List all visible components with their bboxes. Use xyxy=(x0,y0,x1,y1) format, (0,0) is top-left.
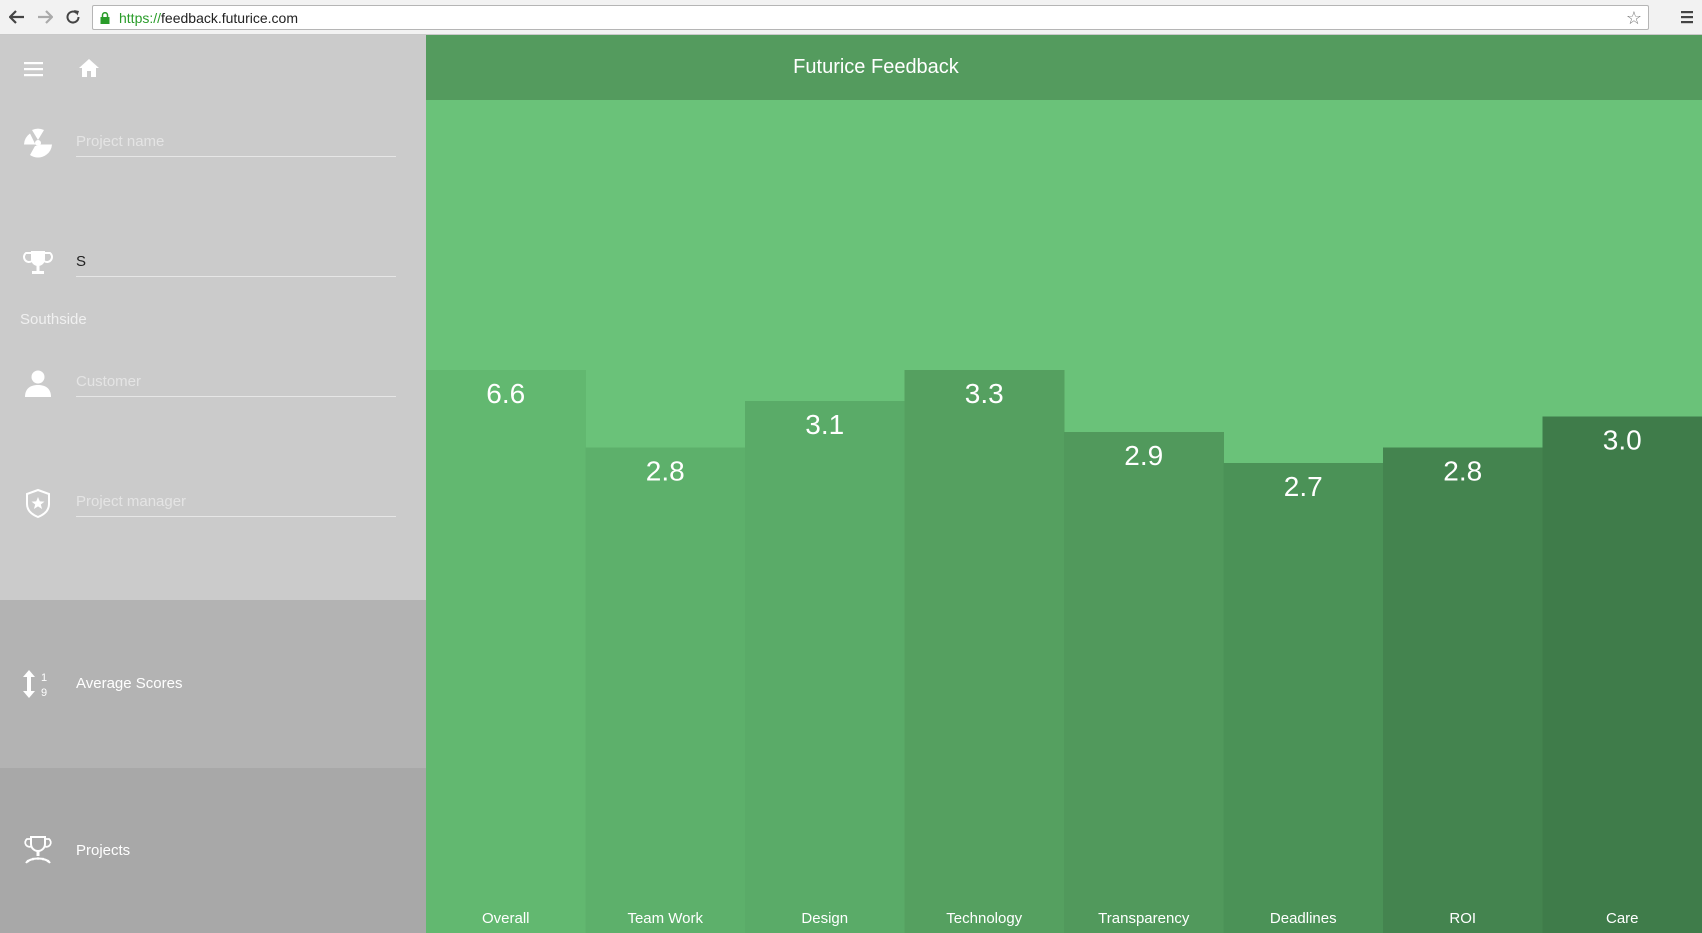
bar-category-label: ROI xyxy=(1449,910,1476,927)
bar-category-label: Deadlines xyxy=(1270,910,1337,927)
reload-icon[interactable] xyxy=(62,6,84,28)
tribe-input[interactable] xyxy=(76,247,396,277)
sort-numeric-icon: 1 9 xyxy=(23,670,47,699)
sidebar-item-label: Average Scores xyxy=(76,675,183,692)
customer-input[interactable] xyxy=(76,367,396,397)
bar-transparency[interactable] xyxy=(1064,432,1224,933)
lock-icon xyxy=(100,12,110,24)
bar-value-label: 2.8 xyxy=(1443,456,1482,487)
bar-deadlines[interactable] xyxy=(1223,463,1384,933)
page-title: Futurice Feedback xyxy=(793,56,959,78)
project-manager-field xyxy=(0,475,426,535)
bar-category-label: Care xyxy=(1606,910,1639,927)
hamburger-menu-icon[interactable] xyxy=(24,61,44,77)
svg-text:9: 9 xyxy=(41,687,47,699)
autocomplete-suggestion[interactable]: Southside xyxy=(20,311,87,328)
bar-category-label: Team Work xyxy=(627,910,703,927)
svg-text:1: 1 xyxy=(41,672,47,684)
sidebar-item-average-scores[interactable]: 1 9 Average Scores xyxy=(0,600,426,768)
browser-menu-icon[interactable] xyxy=(1676,6,1698,28)
sidebar-item-projects[interactable]: Projects xyxy=(0,768,426,933)
bookmark-star-icon[interactable]: ☆ xyxy=(1626,8,1642,29)
customer-field xyxy=(0,355,426,415)
sidebar: Southside 1 9 Average Scores xyxy=(0,35,426,933)
forward-icon[interactable] xyxy=(34,6,56,28)
project-name-input[interactable] xyxy=(76,127,396,157)
sidebar-item-label: Projects xyxy=(76,842,131,859)
bar-value-label: 6.6 xyxy=(486,378,525,409)
browser-toolbar: https://feedback.futurice.com ☆ xyxy=(0,0,1702,35)
bar-technology[interactable] xyxy=(904,370,1065,933)
bar-care[interactable] xyxy=(1542,416,1702,933)
bar-overall[interactable] xyxy=(426,370,586,933)
bar-category-label: Technology xyxy=(946,910,1022,927)
trophy-stand-icon xyxy=(24,836,52,864)
bar-design[interactable] xyxy=(745,401,905,933)
badge-icon xyxy=(26,488,50,519)
tribe-field xyxy=(0,235,426,295)
bar-value-label: 3.1 xyxy=(805,409,844,440)
home-icon[interactable] xyxy=(78,57,100,79)
back-icon[interactable] xyxy=(6,6,28,28)
bar-value-label: 3.3 xyxy=(965,378,1004,409)
filter-panel: Southside xyxy=(0,35,426,600)
bar-roi[interactable] xyxy=(1383,447,1543,933)
radiation-icon xyxy=(24,128,52,158)
bar-value-label: 3.0 xyxy=(1603,425,1642,456)
trophy-icon xyxy=(23,251,53,274)
average-scores-chart: 6.6 Overall 2.8 Team Work 3.1 Design 3.3 Techno… xyxy=(426,100,1702,933)
bar-value-label: 2.9 xyxy=(1124,440,1163,471)
bar-value-label: 2.7 xyxy=(1284,471,1323,502)
bar-team-work[interactable] xyxy=(585,447,746,933)
app-header: Futurice Feedback xyxy=(426,35,1702,100)
address-bar[interactable]: https://feedback.futurice.com ☆ xyxy=(92,5,1649,30)
main-content: Futurice Feedback 6.6 Overall 2.8 Team Work… xyxy=(426,35,1702,933)
project-manager-input[interactable] xyxy=(76,487,396,517)
person-icon xyxy=(25,370,51,397)
bar-value-label: 2.8 xyxy=(646,456,685,487)
bar-category-label: Overall xyxy=(482,910,530,927)
url-text: https://feedback.futurice.com xyxy=(119,10,298,26)
bar-category-label: Transparency xyxy=(1098,910,1190,927)
chart-svg: 6.6 Overall 2.8 Team Work 3.1 Design 3.3 Techno… xyxy=(426,370,1702,933)
bar-category-label: Design xyxy=(801,910,848,927)
project-name-field xyxy=(0,115,426,175)
